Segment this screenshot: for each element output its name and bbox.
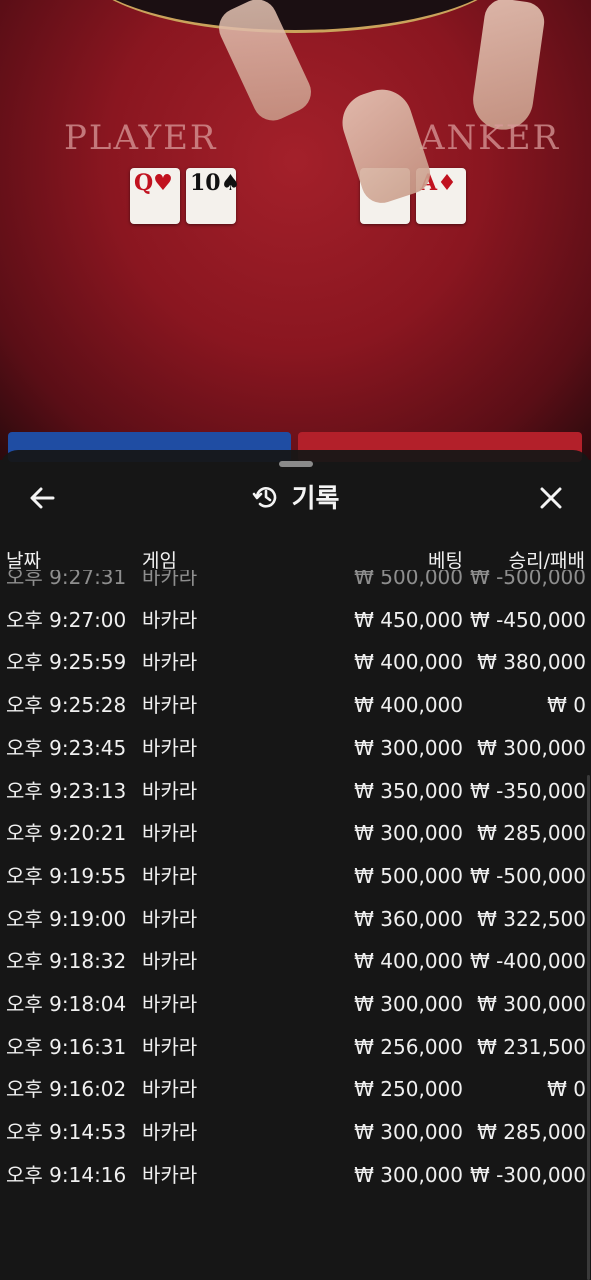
record-row: 오후 9:20:21 바카라 ₩ 300,000 ₩ 285,000	[0, 812, 591, 854]
record-game: 바카라	[142, 863, 198, 888]
record-date: 오후 9:27:00	[6, 607, 127, 632]
sheet-title: 기록	[291, 484, 340, 514]
record-row: 오후 9:14:16 바카라 ₩ 300,000 ₩ -300,000	[0, 1154, 591, 1196]
column-result: 승리/패배	[508, 550, 585, 572]
record-result: ₩ 231,500	[477, 1034, 586, 1059]
record-row: 오후 9:25:59 바카라 ₩ 400,000 ₩ 380,000	[0, 641, 591, 683]
record-bet: ₩ 300,000	[354, 735, 463, 760]
record-bet: ₩ 350,000	[354, 778, 463, 803]
record-game: 바카라	[142, 949, 198, 974]
record-game: 바카라	[142, 570, 198, 589]
record-date: 오후 9:18:04	[6, 992, 127, 1016]
record-row: 오후 9:19:55 바카라 ₩ 500,000 ₩ -500,000	[0, 855, 591, 897]
player-label: PLAYER	[64, 118, 218, 158]
record-row: 오후 9:23:13 바카라 ₩ 350,000 ₩ -350,000	[0, 770, 591, 812]
record-date: 오후 9:25:59	[6, 650, 127, 675]
record-game: 바카라	[142, 1034, 198, 1059]
record-bet: ₩ 400,000	[354, 650, 463, 675]
history-list[interactable]: 오후 9:27:31 바카라 ₩ 500,000 ₩ -500,000 오후 9:27:…	[0, 570, 591, 1280]
history-clock-icon	[252, 486, 276, 508]
live-table-video: PLAYER ANKER Q♥ 10♠ A♦	[0, 0, 591, 460]
record-date: 오후 9:23:13	[6, 778, 127, 803]
record-bet: ₩ 500,000	[354, 863, 463, 888]
record-result: ₩ -500,000	[469, 863, 586, 888]
record-game: 바카라	[142, 906, 198, 931]
record-result: ₩ 285,000	[477, 821, 586, 846]
record-result: ₩ 0	[547, 1077, 586, 1102]
player-card: Q♥	[130, 168, 180, 224]
record-date: 오후 9:14:53	[6, 1120, 127, 1145]
record-bet: ₩ 400,000	[354, 949, 463, 974]
record-result: ₩ -400,000	[469, 949, 586, 974]
record-result: ₩ -450,000	[469, 607, 586, 632]
record-game: 바카라	[142, 1162, 198, 1187]
record-date: 오후 9:19:00	[6, 906, 127, 931]
drag-handle[interactable]	[279, 461, 313, 467]
record-bet: ₩ 250,000	[354, 1077, 463, 1102]
record-game: 바카라	[142, 992, 198, 1016]
record-result: ₩ 380,000	[477, 650, 586, 675]
record-row: 오후 9:19:00 바카라 ₩ 360,000 ₩ 322,500	[0, 898, 591, 940]
record-date: 오후 9:23:45	[6, 735, 127, 760]
record-date: 오후 9:18:32	[6, 949, 127, 974]
history-sheet: 기록 날짜 게임 베팅 승리/패배 오후 9:27:31 바카라 ₩ 500,000…	[0, 450, 591, 1280]
record-game: 바카라	[142, 693, 198, 718]
record-bet: ₩ 300,000	[354, 1120, 463, 1145]
record-bet: ₩ 360,000	[354, 906, 463, 931]
record-game: 바카라	[142, 1120, 198, 1145]
record-row: 오후 9:18:04 바카라 ₩ 300,000 ₩ 300,000	[0, 983, 591, 1025]
record-result: ₩ 285,000	[477, 1120, 586, 1145]
record-result: ₩ -350,000	[469, 778, 586, 803]
scrollbar[interactable]	[587, 775, 590, 1280]
record-bet: ₩ 300,000	[354, 821, 463, 846]
record-result: ₩ 300,000	[477, 735, 586, 760]
record-game: 바카라	[142, 1077, 198, 1102]
record-row: 오후 9:16:31 바카라 ₩ 256,000 ₩ 231,500	[0, 1026, 591, 1068]
record-bet: ₩ 400,000	[354, 693, 463, 718]
record-row: 오후 9:16:02 바카라 ₩ 250,000 ₩ 0	[0, 1068, 591, 1110]
player-card: 10♠	[186, 168, 240, 224]
record-game: 바카라	[142, 607, 198, 632]
record-date: 오후 9:20:21	[6, 821, 127, 846]
record-date: 오후 9:25:28	[6, 693, 127, 718]
record-row: 오후 9:27:31 바카라 ₩ 500,000 ₩ -500,000	[0, 570, 591, 598]
dealer-hand	[334, 81, 436, 209]
record-game: 바카라	[142, 778, 198, 803]
record-row: 오후 9:14:53 바카라 ₩ 300,000 ₩ 285,000	[0, 1111, 591, 1153]
record-bet: ₩ 450,000	[354, 607, 463, 632]
record-date: 오후 9:16:31	[6, 1034, 127, 1059]
record-result: ₩ -500,000	[469, 570, 586, 589]
record-row: 오후 9:27:00 바카라 ₩ 450,000 ₩ -450,000	[0, 599, 591, 641]
record-game: 바카라	[142, 821, 198, 846]
record-date: 오후 9:27:31	[6, 570, 127, 589]
column-bet: 베팅	[428, 550, 463, 572]
column-game: 게임	[142, 550, 177, 572]
record-result: ₩ 322,500	[477, 906, 586, 931]
dealer-arm	[469, 0, 547, 134]
close-button[interactable]	[533, 480, 569, 516]
column-date: 날짜	[6, 550, 41, 572]
record-result: ₩ 300,000	[477, 992, 586, 1016]
record-row: 오후 9:25:28 바카라 ₩ 400,000 ₩ 0	[0, 684, 591, 726]
record-result: ₩ -300,000	[469, 1162, 586, 1187]
record-bet: ₩ 300,000	[354, 1162, 463, 1187]
record-result: ₩ 0	[547, 693, 586, 718]
sheet-header: 기록	[0, 474, 591, 520]
record-bet: ₩ 256,000	[354, 1034, 463, 1059]
record-date: 오후 9:16:02	[6, 1077, 127, 1102]
record-game: 바카라	[142, 650, 198, 675]
close-icon	[540, 487, 562, 509]
table-rim	[80, 0, 510, 33]
record-row: 오후 9:18:32 바카라 ₩ 400,000 ₩ -400,000	[0, 940, 591, 982]
record-row: 오후 9:23:45 바카라 ₩ 300,000 ₩ 300,000	[0, 727, 591, 769]
record-bet: ₩ 300,000	[354, 992, 463, 1016]
record-date: 오후 9:14:16	[6, 1162, 127, 1187]
record-date: 오후 9:19:55	[6, 863, 127, 888]
record-game: 바카라	[142, 735, 198, 760]
record-bet: ₩ 500,000	[354, 570, 463, 589]
banker-label: ANKER	[420, 118, 561, 158]
